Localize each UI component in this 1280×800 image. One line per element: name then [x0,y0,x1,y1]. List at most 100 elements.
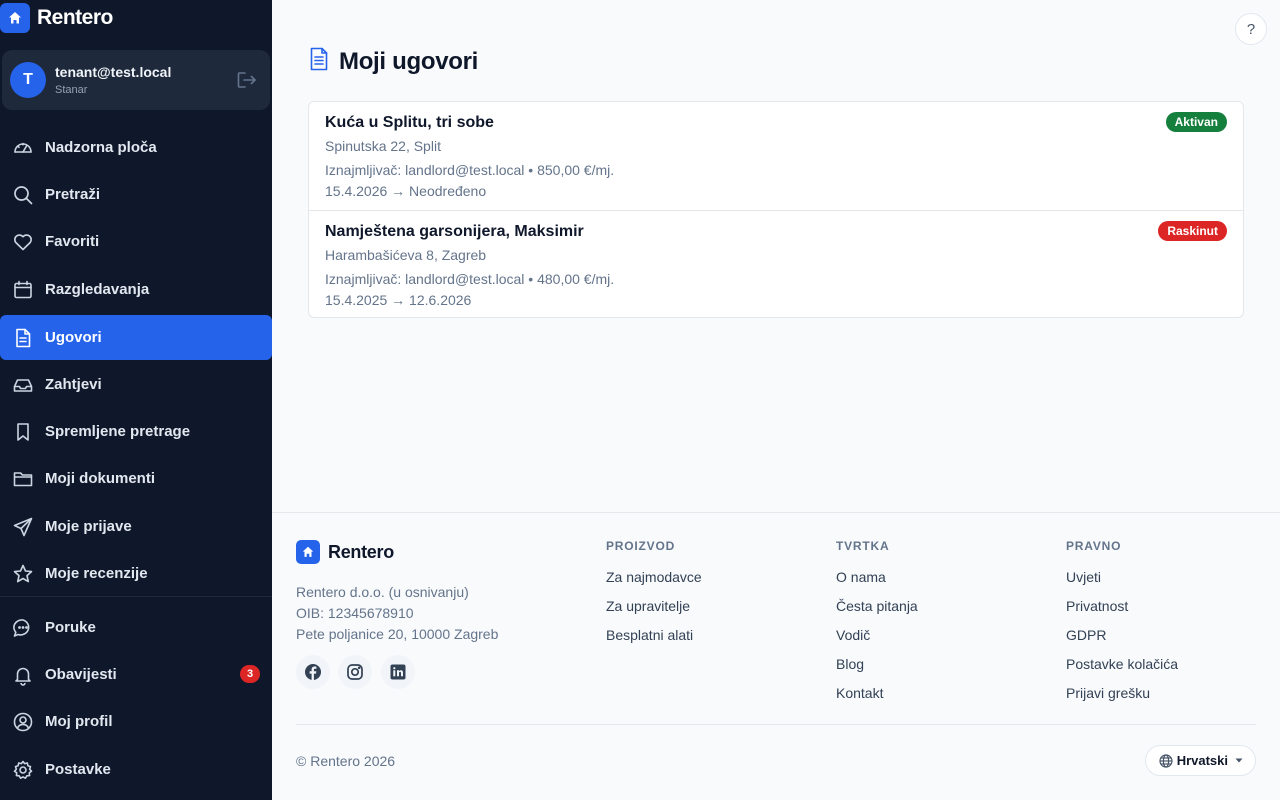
footer-divider [296,724,1256,725]
language-label: Hrvatski [1176,753,1228,768]
heart-icon [12,231,34,253]
avatar: T [10,62,46,98]
brand[interactable]: Rentero [0,3,113,33]
footer-link[interactable]: Kontakt [836,679,918,708]
contract-meta: Iznajmljivač: landlord@test.local • 850,… [325,162,615,178]
contract-address: Spinutska 22, Split [325,138,441,154]
user-role: Stanar [55,84,88,96]
language-select[interactable]: Hrvatski [1144,745,1256,776]
footer-column-title: TVRTKA [836,539,890,553]
sidebar-item-messages[interactable]: Poruke [0,605,272,650]
sidebar-item-saved-searches[interactable]: Spremljene pretrage [0,409,272,454]
sidebar-item-documents[interactable]: Moji dokumenti [0,456,272,501]
gear-icon [12,759,34,781]
page-title: Moji ugovori [339,47,479,75]
footer-link[interactable]: GDPR [1066,621,1178,650]
sidebar-item-settings[interactable]: Postavke [0,747,272,792]
sidebar-item-applications[interactable]: Moje prijave [0,504,272,549]
send-icon [12,516,34,538]
sidebar-item-label: Moje prijave [45,518,132,535]
status-badge: Aktivan [1165,112,1227,132]
sidebar-item-label: Moj profil [45,713,113,730]
home-logo-icon [296,540,320,564]
document-icon [12,327,34,349]
footer-link[interactable]: Blog [836,650,918,679]
footer-column-legal: PRAVNO Uvjeti Privatnost GDPR Postavke k… [1066,539,1178,708]
company-name: Rentero d.o.o. (u osnivanju) [296,584,469,600]
footer-link[interactable]: Za upravitelje [606,592,702,621]
sidebar-item-notifications[interactable]: Obavijesti 3 [0,652,272,697]
company-info: Rentero d.o.o. (u osnivanju) OIB: 123456… [296,582,498,645]
search-icon [12,184,34,206]
sidebar-item-label: Favoriti [45,233,100,250]
instagram-icon[interactable] [338,655,372,689]
star-icon [12,563,34,585]
footer-link[interactable]: Privatnost [1066,592,1178,621]
footer-link[interactable]: Vodič [836,621,918,650]
nav-divider [0,596,272,597]
contract-meta: Iznajmljivač: landlord@test.local • 480,… [325,271,615,287]
logout-icon[interactable] [236,70,258,90]
notification-count-badge: 3 [240,665,260,683]
sidebar-item-profile[interactable]: Moj profil [0,699,272,744]
sidebar-item-viewings[interactable]: Razgledavanja [0,267,272,312]
contract-item[interactable]: Kuća u Splitu, tri sobe Spinutska 22, Sp… [309,102,1243,210]
footer-link[interactable]: Prijavi grešku [1066,679,1178,708]
footer-link[interactable]: Postavke kolačića [1066,650,1178,679]
footer-column-company: TVRTKA O nama Česta pitanja Vodič Blog K… [836,539,918,708]
contract-title: Kuća u Splitu, tri sobe [325,114,494,131]
sidebar-item-search[interactable]: Pretraži [0,172,272,217]
caret-down-icon [1235,758,1243,763]
page-header: Moji ugovori [309,47,478,76]
sidebar-item-label: Moje recenzije [45,565,148,582]
sidebar-item-dashboard[interactable]: Nadzorna ploča [0,125,272,170]
document-icon [309,47,329,76]
contract-address: Harambašićeva 8, Zagreb [325,247,487,263]
folder-icon [12,468,34,490]
footer-column-product: PROIZVOD Za najmodavce Za upravitelje Be… [606,539,702,650]
sidebar-item-label: Spremljene pretrage [45,423,191,440]
footer-link[interactable]: Besplatni alati [606,621,702,650]
sidebar-item-label: Razgledavanja [45,281,150,298]
contract-dates: 15.4.2025 → 12.6.2026 [325,292,472,308]
copyright: © Rentero 2026 [296,753,396,769]
footer-column-title: PROIZVOD [606,539,676,553]
facebook-icon[interactable] [296,655,330,689]
footer-link[interactable]: Česta pitanja [836,592,918,621]
sidebar-item-reviews[interactable]: Moje recenzije [0,551,272,596]
sidebar-item-label: Ugovori [45,329,102,346]
company-oib: OIB: 12345678910 [296,605,414,621]
linkedin-icon[interactable] [381,655,415,689]
bookmark-icon [12,421,34,443]
footer: Rentero Rentero d.o.o. (u osnivanju) OIB… [272,512,1280,800]
sidebar-item-requests[interactable]: Zahtjevi [0,362,272,407]
footer-link[interactable]: Uvjeti [1066,563,1178,592]
sidebar-item-label: Zahtjevi [45,376,102,393]
footer-column-title: PRAVNO [1066,539,1122,553]
main-content: ? Moji ugovori Kuća u Splitu, tri sobe S… [272,0,1280,800]
footer-brand-name: Rentero [328,541,394,562]
chat-icon [12,617,34,639]
contracts-list: Kuća u Splitu, tri sobe Spinutska 22, Sp… [308,101,1244,318]
sidebar-item-label: Obavijesti [45,666,117,683]
user-email: tenant@test.local [55,64,172,80]
sidebar-item-label: Pretraži [45,186,101,203]
bell-icon [12,664,34,686]
user-circle-icon [12,711,34,733]
footer-link[interactable]: Za najmodavce [606,563,702,592]
gauge-icon [12,137,34,159]
sidebar-item-contracts[interactable]: Ugovori [0,315,272,360]
footer-link[interactable]: O nama [836,563,918,592]
calendar-icon [12,279,34,301]
contract-title: Namještena garsonijera, Maksimir [325,223,584,240]
inbox-icon [12,374,34,396]
sidebar-item-favorites[interactable]: Favoriti [0,219,272,264]
contract-item[interactable]: Namještena garsonijera, Maksimir Haramba… [309,210,1243,317]
sidebar-item-label: Moji dokumenti [45,470,155,487]
brand-name: Rentero [37,6,113,29]
footer-brand[interactable]: Rentero [296,540,394,564]
sidebar-item-label: Nadzorna ploča [45,139,157,156]
user-card: T tenant@test.local Stanar [2,50,270,110]
help-button[interactable]: ? [1235,13,1267,45]
company-address: Pete poljanice 20, 10000 Zagreb [296,626,499,642]
